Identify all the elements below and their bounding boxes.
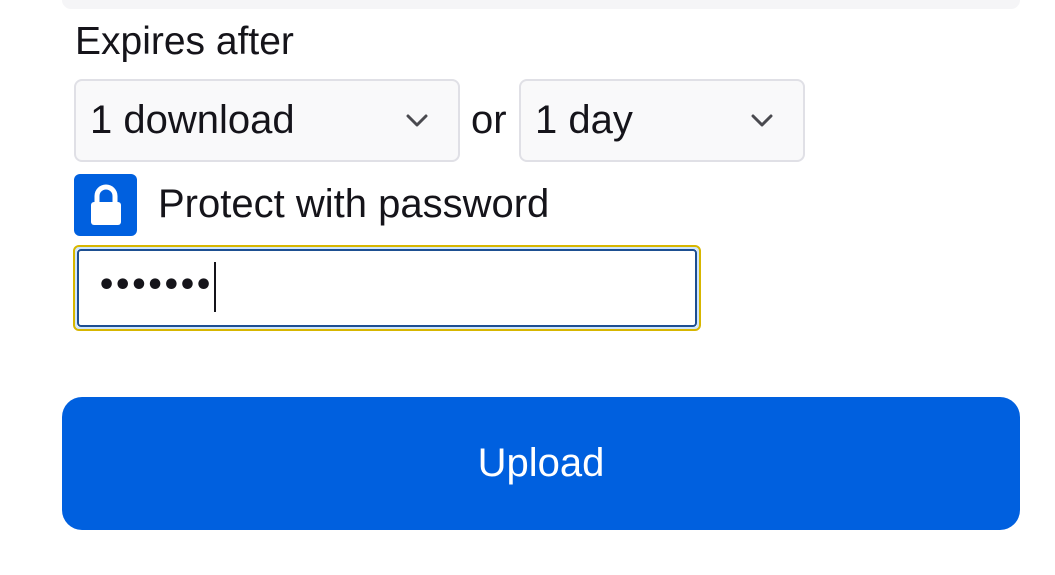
password-masked-value: ••••••• [97,261,217,312]
protect-with-password-label[interactable]: Protect with password [158,180,549,228]
or-separator: or [471,98,507,142]
upload-button[interactable]: Upload [62,397,1020,530]
chevron-down-icon [751,114,773,126]
lock-icon [90,184,121,225]
password-checkbox[interactable] [74,174,137,236]
time-limit-select[interactable]: 1 day [519,79,805,162]
password-input[interactable]: ••••••• [73,245,701,331]
password-dots: ••••••• [97,268,213,303]
text-caret [214,261,217,312]
download-limit-select[interactable]: 1 download [74,79,460,162]
download-limit-value: 1 download [90,98,295,142]
chevron-down-icon [406,114,428,126]
upload-options-panel: Expires after 1 download or 1 day Protec… [0,0,1055,575]
time-limit-value: 1 day [535,98,633,142]
file-list-card-edge [62,0,1020,9]
expires-after-label: Expires after [75,20,294,63]
